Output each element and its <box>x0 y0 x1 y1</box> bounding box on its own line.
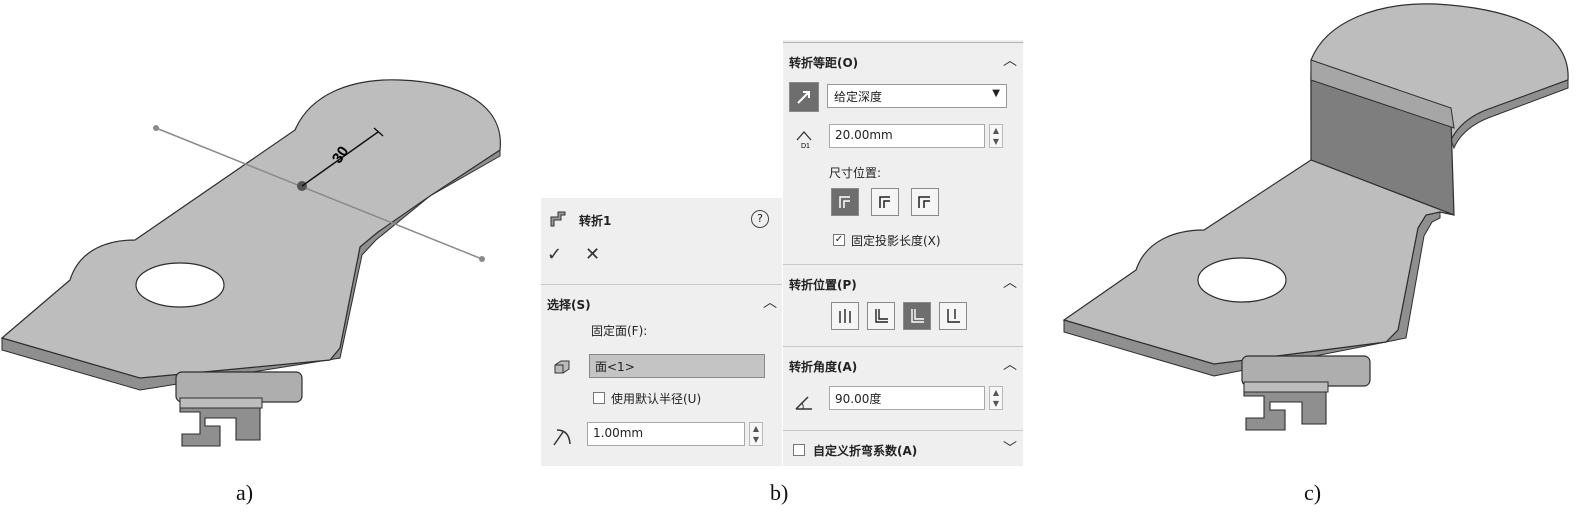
custom-bend-allowance-checkbox[interactable] <box>793 444 805 456</box>
material-inside-button[interactable] <box>867 302 895 330</box>
offset-distance-spinner[interactable]: ▲ ▼ <box>989 124 1003 148</box>
fix-projected-length-checkbox[interactable]: ✓ <box>833 234 845 246</box>
dimension-position-inside-button[interactable] <box>871 188 899 216</box>
offset-distance-icon: D1 <box>793 128 815 150</box>
hook-top <box>179 397 263 409</box>
divider <box>783 42 1023 43</box>
jog-offset-section-title[interactable]: 转折等距(O) <box>789 54 858 71</box>
chevron-up-icon[interactable]: ︿ <box>1003 354 1017 374</box>
cancel-button[interactable]: ✕ <box>585 244 600 265</box>
end-condition-select[interactable]: 给定深度 ▼ <box>827 84 1007 108</box>
angle-input[interactable]: 90.00度 <box>829 386 985 410</box>
selection-section-title[interactable]: 选择(S) <box>547 296 591 313</box>
fixed-face-label: 固定面(F): <box>591 324 648 338</box>
divider <box>783 346 1023 347</box>
hook-tab <box>179 401 261 447</box>
divider <box>783 430 1023 431</box>
fix-projected-length-label: 固定投影长度(X) <box>851 234 941 248</box>
jog-property-panel-left: 转折1 ? ✓ ✕ 选择(S) ︿ 固定面(F): 面<1> 使用默认半径(U)… <box>541 198 782 466</box>
divider <box>783 264 1023 265</box>
reverse-direction-button[interactable] <box>789 82 819 112</box>
caption-c: c) <box>1304 480 1322 505</box>
dimension-position-outside-button[interactable] <box>831 188 859 216</box>
radius-icon <box>551 426 573 448</box>
plate-top-face <box>0 79 501 379</box>
dimension-position-overall-button[interactable] <box>911 188 939 216</box>
fixed-face-field[interactable]: 面<1> <box>589 354 765 378</box>
chevron-up-icon[interactable]: ︿ <box>1003 272 1017 292</box>
dimension-position-label: 尺寸位置: <box>829 166 882 180</box>
custom-bend-allowance-title[interactable]: 自定义折弯系数(A) <box>813 442 917 459</box>
divider <box>541 284 782 285</box>
jog-property-panel-right: 转折等距(O) ︿ 给定深度 ▼ D1 20.00mm ▲ ▼ 尺寸位置: ✓ 固… <box>783 40 1023 466</box>
bend-outside-button[interactable] <box>939 302 967 330</box>
offset-distance-input[interactable]: 20.00mm <box>829 124 985 148</box>
jog-angle-section-title[interactable]: 转折角度(A) <box>789 358 857 375</box>
radius-spinner[interactable]: ▲ ▼ <box>749 422 763 446</box>
figure-a-part-view: 30 <box>0 79 501 447</box>
hook-top <box>1243 381 1329 393</box>
help-icon[interactable]: ? <box>751 210 769 228</box>
chevron-up-icon[interactable]: ︿ <box>763 292 777 312</box>
svg-text:D1: D1 <box>801 143 810 150</box>
angle-icon <box>793 390 815 412</box>
use-default-radius-label: 使用默认半径(U) <box>611 392 702 406</box>
chevron-down-icon[interactable]: ﹀ <box>1003 438 1017 458</box>
figure-c-part-view <box>1062 3 1569 431</box>
sketch-endpoint <box>153 125 159 131</box>
ok-button[interactable]: ✓ <box>547 244 562 265</box>
radius-input[interactable]: 1.00mm <box>587 422 745 446</box>
feature-title: 转折1 <box>579 214 612 228</box>
angle-spinner[interactable]: ▲ ▼ <box>989 386 1003 410</box>
chevron-down-icon: ▼ <box>992 88 1000 99</box>
caption-a: a) <box>236 480 254 505</box>
material-outside-button[interactable] <box>903 302 931 330</box>
chevron-up-icon[interactable]: ︿ <box>1003 50 1017 70</box>
sketch-endpoint <box>479 256 485 262</box>
bend-centerline-button[interactable] <box>831 302 859 330</box>
hole <box>135 262 225 308</box>
caption-b: b) <box>770 480 789 505</box>
hook-tab <box>1243 385 1327 431</box>
hole <box>1197 257 1287 303</box>
use-default-radius-checkbox[interactable] <box>593 392 605 404</box>
face-select-icon <box>551 356 573 378</box>
end-condition-value: 给定深度 <box>834 90 883 104</box>
jog-feature-icon <box>547 208 569 230</box>
jog-position-section-title[interactable]: 转折位置(P) <box>789 276 857 293</box>
